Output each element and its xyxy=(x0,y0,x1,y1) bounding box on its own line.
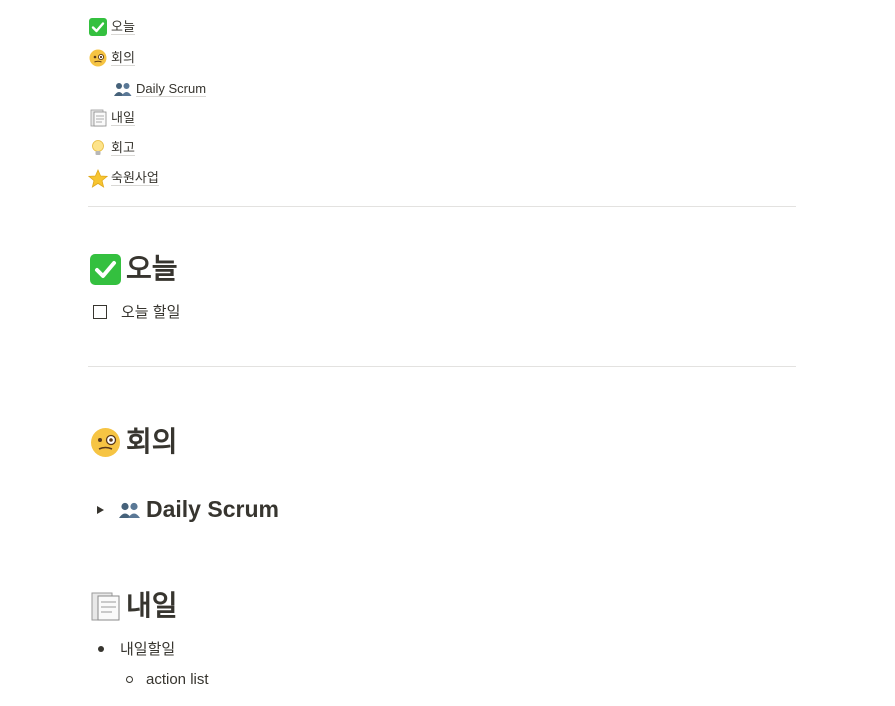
monocle-face-icon xyxy=(88,425,122,459)
bullet-dot xyxy=(98,645,104,652)
document-icon xyxy=(88,109,108,127)
todo-label: 오늘 할일 xyxy=(121,304,181,321)
people-icon xyxy=(113,80,133,98)
toc-item-label: 오늘 xyxy=(111,19,135,35)
document-icon xyxy=(88,589,122,623)
toggle-daily-scrum: Daily Scrum xyxy=(88,496,279,523)
todo-item: 오늘 할일 xyxy=(93,301,180,322)
divider xyxy=(88,206,796,207)
heading-today-text: 오늘 xyxy=(126,253,178,284)
monocle-face-icon xyxy=(88,49,108,67)
toc-item-label: 내일 xyxy=(111,110,135,126)
toc-item-long-term[interactable]: 숙원사업 xyxy=(88,167,159,189)
list-item-text: 내일할일 xyxy=(120,641,176,658)
toc-item-label: Daily Scrum xyxy=(136,81,207,97)
sub-list-item: action list xyxy=(126,671,209,688)
heading-meeting-text: 회의 xyxy=(126,426,178,457)
toc-item-today[interactable]: 오늘 xyxy=(88,16,135,38)
toc-item-label: 회의 xyxy=(111,50,135,66)
toc-item-tomorrow[interactable]: 내일 xyxy=(88,107,135,129)
toc-item-retro[interactable]: 회고 xyxy=(88,137,135,159)
divider xyxy=(88,366,796,367)
bullet-ring xyxy=(126,676,133,683)
toc-item-label: 회고 xyxy=(111,140,135,156)
people-icon xyxy=(118,498,142,522)
check-icon xyxy=(88,18,108,36)
list-item: 내일할일 xyxy=(98,638,175,659)
toggle-title: Daily Scrum xyxy=(146,496,279,522)
heading-meeting: 회의 xyxy=(88,425,178,459)
check-icon xyxy=(88,252,122,286)
star-icon xyxy=(88,168,108,188)
bulb-icon xyxy=(88,139,108,157)
toc-item-meeting[interactable]: 회의 xyxy=(88,47,135,69)
toggle-triangle-icon[interactable] xyxy=(88,498,112,522)
toc-item-label: 숙원사업 xyxy=(111,170,159,186)
sub-list-item-text: action list xyxy=(146,671,209,688)
toc-item-daily-scrum[interactable]: Daily Scrum xyxy=(113,78,207,100)
heading-today: 오늘 xyxy=(88,252,178,286)
todo-checkbox[interactable] xyxy=(93,304,107,319)
heading-tomorrow-text: 내일 xyxy=(126,590,178,621)
heading-tomorrow: 내일 xyxy=(88,589,178,623)
